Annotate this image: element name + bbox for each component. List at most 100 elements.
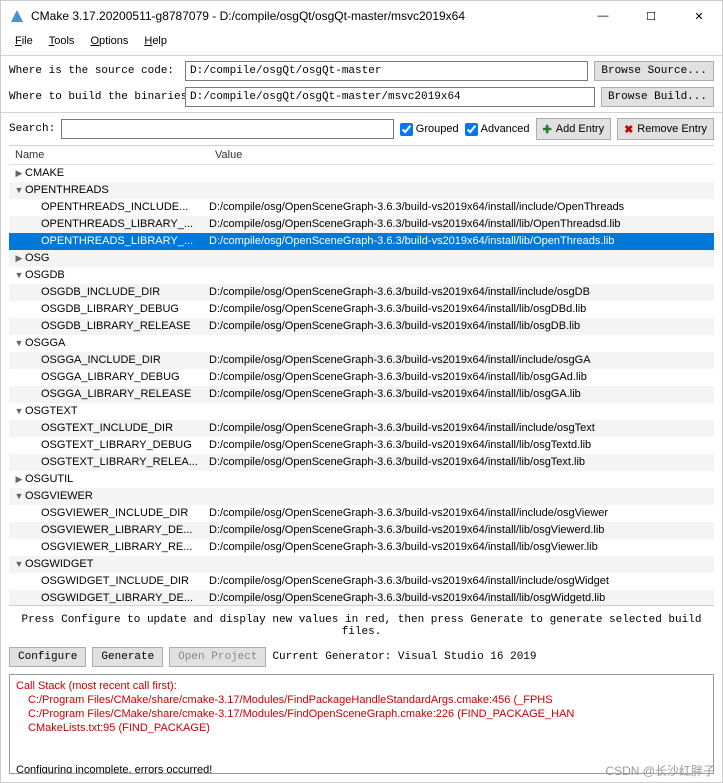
advanced-checkbox[interactable]: Advanced xyxy=(465,123,530,136)
caret-right-icon[interactable]: ▶ xyxy=(13,165,25,182)
caret-right-icon[interactable]: ▶ xyxy=(13,250,25,267)
tree-row[interactable]: ▶OSGUTIL xyxy=(9,471,714,488)
tree-row[interactable]: OSGVIEWER_LIBRARY_RE... D:/compile/osg/Op… xyxy=(9,539,714,556)
tree-row-name: OSGTEXT_INCLUDE_DIR xyxy=(41,420,173,437)
log-line: Call Stack (most recent call first): xyxy=(16,679,707,693)
tree-row-value[interactable]: D:/compile/osg/OpenSceneGraph-3.6.3/buil… xyxy=(209,352,714,369)
tree-row-name: CMAKE xyxy=(25,165,64,182)
browse-source-button[interactable]: Browse Source... xyxy=(594,61,714,81)
tree-row[interactable]: OSGTEXT_LIBRARY_DEBUGD:/compile/osg/Open… xyxy=(9,437,714,454)
build-input[interactable] xyxy=(185,87,595,107)
tree-row[interactable]: ▼OSGWIDGET xyxy=(9,556,714,573)
tree-row-value[interactable]: D:/compile/osg/OpenSceneGraph-3.6.3/buil… xyxy=(209,420,714,437)
tree-row-value[interactable] xyxy=(209,165,714,182)
tree-row-value[interactable]: D:/compile/osg/OpenSceneGraph-3.6.3/buil… xyxy=(209,437,714,454)
menubar: File Tools Options Help xyxy=(1,31,722,53)
tree-row-value[interactable]: D:/compile/osg/OpenSceneGraph-3.6.3/buil… xyxy=(209,284,714,301)
menu-options[interactable]: Options xyxy=(84,33,134,49)
app-icon xyxy=(9,8,25,24)
tree-row[interactable]: OSGVIEWER_INCLUDE_DIRD:/compile/osg/Open… xyxy=(9,505,714,522)
search-label: Search: xyxy=(9,123,55,135)
tree-row[interactable]: OSGDB_LIBRARY_RELEASED:/compile/osg/Open… xyxy=(9,318,714,335)
open-project-button[interactable]: Open Project xyxy=(169,647,266,667)
tree-row[interactable]: OSGDB_INCLUDE_DIRD:/compile/osg/OpenScen… xyxy=(9,284,714,301)
caret-right-icon[interactable]: ▶ xyxy=(13,471,25,488)
tree-row-name: OSGVIEWER xyxy=(25,488,93,505)
tree-row-value[interactable]: D:/compile/osg/OpenSceneGraph-3.6.3/buil… xyxy=(209,539,714,556)
tree-row-value[interactable]: D:/compile/osg/OpenSceneGraph-3.6.3/buil… xyxy=(209,454,714,471)
tree-row-name: OSGVIEWER_LIBRARY_RE... xyxy=(41,539,192,556)
tree-row-name: OSG xyxy=(25,250,49,267)
tree-row-name: OSGGA_LIBRARY_DEBUG xyxy=(41,369,180,386)
tree-row-value[interactable]: D:/compile/osg/OpenSceneGraph-3.6.3/buil… xyxy=(209,590,714,606)
tree-row[interactable]: OPENTHREADS_LIBRARY_...D:/compile/osg/Op… xyxy=(9,216,714,233)
tree-row[interactable]: OSGGA_INCLUDE_DIRD:/compile/osg/OpenScen… xyxy=(9,352,714,369)
browse-build-button[interactable]: Browse Build... xyxy=(601,87,714,107)
tree-row-value[interactable]: D:/compile/osg/OpenSceneGraph-3.6.3/buil… xyxy=(209,318,714,335)
caret-down-icon[interactable]: ▼ xyxy=(13,335,25,352)
menu-file[interactable]: File xyxy=(9,33,39,49)
tree-row-value[interactable]: D:/compile/osg/OpenSceneGraph-3.6.3/buil… xyxy=(209,522,714,539)
source-input[interactable] xyxy=(185,61,588,81)
tree-row[interactable]: OPENTHREADS_INCLUDE...D:/compile/osg/Ope… xyxy=(9,199,714,216)
grouped-checkbox[interactable]: Grouped xyxy=(400,123,459,136)
tree-row-name: OSGVIEWER_LIBRARY_DE... xyxy=(41,522,192,539)
tree-row-name: OSGWIDGET_INCLUDE_DIR xyxy=(41,573,189,590)
tree-row-value[interactable]: D:/compile/osg/OpenSceneGraph-3.6.3/buil… xyxy=(209,369,714,386)
tree-row[interactable]: OSGTEXT_INCLUDE_DIR D:/compile/osg/OpenSc… xyxy=(9,420,714,437)
tree-row-name: OPENTHREADS_LIBRARY_... xyxy=(41,233,193,250)
tree-row-value[interactable]: D:/compile/osg/OpenSceneGraph-3.6.3/buil… xyxy=(209,216,714,233)
tree-row-value[interactable] xyxy=(209,250,714,267)
tree-row-value[interactable] xyxy=(209,335,714,352)
generate-button[interactable]: Generate xyxy=(92,647,163,667)
search-input[interactable] xyxy=(61,119,394,139)
output-log[interactable]: Call Stack (most recent call first): C:/… xyxy=(9,674,714,774)
tree-row-value[interactable]: D:/compile/osg/OpenSceneGraph-3.6.3/buil… xyxy=(209,505,714,522)
tree-row-value[interactable] xyxy=(209,488,714,505)
col-name[interactable]: Name xyxy=(9,146,209,164)
tree-row-name: OSGTEXT_LIBRARY_RELEA... xyxy=(41,454,198,471)
cache-tree[interactable]: Name Value ▶CMAKE▼OPENTHREADSOPENTHREADS… xyxy=(9,145,714,606)
col-value[interactable]: Value xyxy=(209,146,714,164)
remove-entry-button[interactable]: ✖Remove Entry xyxy=(617,118,714,140)
tree-row[interactable]: OSGWIDGET_INCLUDE_DIR D:/compile/osg/Open… xyxy=(9,573,714,590)
caret-down-icon[interactable]: ▼ xyxy=(13,488,25,505)
menu-tools[interactable]: Tools xyxy=(43,33,81,49)
tree-row-value[interactable] xyxy=(209,403,714,420)
tree-row[interactable]: ▼OSGGA xyxy=(9,335,714,352)
tree-row[interactable]: ▼OSGDB xyxy=(9,267,714,284)
close-button[interactable]: ✕ xyxy=(684,10,714,23)
tree-row[interactable]: OSGGA_LIBRARY_DEBUG D:/compile/osg/OpenSc… xyxy=(9,369,714,386)
caret-down-icon[interactable]: ▼ xyxy=(13,556,25,573)
tree-row[interactable]: ▼OSGVIEWER xyxy=(9,488,714,505)
tree-row-value[interactable] xyxy=(209,182,714,199)
tree-row[interactable]: OPENTHREADS_LIBRARY_... D:/compile/osg/Op… xyxy=(9,233,714,250)
tree-row-value[interactable]: D:/compile/osg/OpenSceneGraph-3.6.3/buil… xyxy=(209,199,714,216)
caret-down-icon[interactable]: ▼ xyxy=(13,403,25,420)
caret-down-icon[interactable]: ▼ xyxy=(13,182,25,199)
tree-row[interactable]: OSGGA_LIBRARY_RELEASED:/compile/osg/Open… xyxy=(9,386,714,403)
minimize-button[interactable]: — xyxy=(588,10,618,23)
tree-row-value[interactable]: D:/compile/osg/OpenSceneGraph-3.6.3/buil… xyxy=(209,573,714,590)
menu-help[interactable]: Help xyxy=(138,33,173,49)
tree-row[interactable]: OSGDB_LIBRARY_DEBUGD:/compile/osg/OpenSc… xyxy=(9,301,714,318)
tree-row[interactable]: ▼OSGTEXT xyxy=(9,403,714,420)
tree-row-value[interactable] xyxy=(209,267,714,284)
tree-row-value[interactable] xyxy=(209,471,714,488)
tree-row-value[interactable] xyxy=(209,556,714,573)
configure-button[interactable]: Configure xyxy=(9,647,86,667)
maximize-button[interactable]: ☐ xyxy=(636,10,666,23)
tree-row[interactable]: OSGTEXT_LIBRARY_RELEA... D:/compile/osg/O… xyxy=(9,454,714,471)
tree-row[interactable]: ▶CMAKE xyxy=(9,165,714,182)
tree-row[interactable]: OSGVIEWER_LIBRARY_DE... D:/compile/osg/Op… xyxy=(9,522,714,539)
tree-row[interactable]: ▼OPENTHREADS xyxy=(9,182,714,199)
tree-row-value[interactable]: D:/compile/osg/OpenSceneGraph-3.6.3/buil… xyxy=(209,233,714,250)
tree-row-value[interactable]: D:/compile/osg/OpenSceneGraph-3.6.3/buil… xyxy=(209,301,714,318)
tree-row[interactable]: OSGWIDGET_LIBRARY_DE...D:/compile/osg/Op… xyxy=(9,590,714,606)
caret-down-icon[interactable]: ▼ xyxy=(13,267,25,284)
tree-row-name: OPENTHREADS xyxy=(25,182,109,199)
tree-row-value[interactable]: D:/compile/osg/OpenSceneGraph-3.6.3/buil… xyxy=(209,386,714,403)
titlebar: CMake 3.17.20200511-g8787079 - D:/compil… xyxy=(1,1,722,31)
tree-row[interactable]: ▶OSG xyxy=(9,250,714,267)
add-entry-button[interactable]: ✚Add Entry xyxy=(536,118,612,140)
